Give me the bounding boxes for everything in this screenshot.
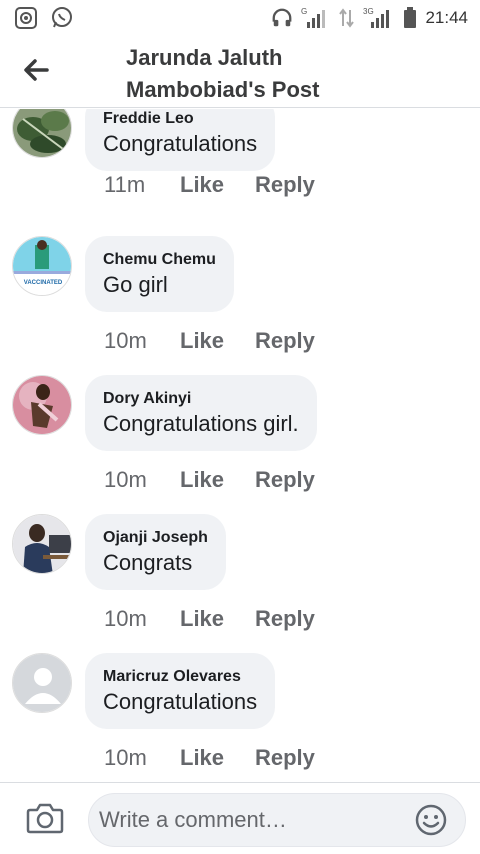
page-title-line1: Jarunda Jaluth [126, 45, 283, 70]
comment-actions: 10m Like Reply [104, 467, 315, 493]
data-arrows-icon [339, 6, 355, 30]
back-button[interactable] [20, 56, 52, 88]
comment-actions: 10m Like Reply [104, 328, 315, 354]
like-button[interactable]: Like [180, 172, 255, 198]
page-title: Jarunda Jaluth Mambobiad's Post [126, 42, 426, 106]
headphones-icon [271, 7, 293, 29]
emoji-button[interactable] [414, 803, 448, 837]
comment-text: Congratulations [103, 131, 258, 156]
comment-author[interactable]: Freddie Leo [103, 109, 257, 129]
signal-3g-icon: 3G [363, 6, 395, 30]
comment-time[interactable]: 10m [104, 745, 180, 771]
comment-list[interactable]: Freddie Leo Congratulations 11m Like Rep… [0, 109, 480, 782]
like-button[interactable]: Like [180, 467, 255, 493]
screen-record-icon [14, 6, 38, 30]
avatar[interactable]: VACCINATED [12, 236, 72, 296]
comment-actions: 11m Like Reply [104, 172, 315, 198]
camera-icon [26, 803, 64, 839]
emoji-icon [414, 804, 448, 841]
back-arrow-icon [23, 58, 49, 86]
svg-text:G: G [301, 7, 307, 16]
comment-time[interactable]: 10m [104, 328, 180, 354]
comment-bubble[interactable]: Ojanji Joseph Congrats [85, 514, 226, 590]
camera-button[interactable] [26, 801, 64, 835]
reply-button[interactable]: Reply [255, 606, 315, 632]
comment-author[interactable]: Chemu Chemu [103, 250, 216, 270]
avatar[interactable] [12, 514, 72, 574]
comment-text: Go girl [103, 272, 168, 297]
like-button[interactable]: Like [180, 745, 255, 771]
network-type-label: 3G [363, 7, 374, 16]
comment-bubble[interactable]: Dory Akinyi Congratulations girl. [85, 375, 317, 451]
comment-author[interactable]: Ojanji Joseph [103, 528, 208, 548]
post-header: Jarunda Jaluth Mambobiad's Post [0, 36, 480, 108]
comment-composer [0, 782, 480, 854]
status-bar: G 3G 21:44 [0, 0, 480, 36]
battery-icon [403, 6, 417, 30]
reply-button[interactable]: Reply [255, 328, 315, 354]
comment-text: Congratulations girl. [103, 411, 299, 436]
comment-bubble[interactable]: Maricruz Olevares Congratulations [85, 653, 276, 729]
reply-button[interactable]: Reply [255, 172, 315, 198]
comment-author[interactable]: Maricruz Olevares [103, 667, 257, 687]
comment-author[interactable]: Dory Akinyi [103, 389, 299, 409]
avatar-badge-text: VACCINATED [24, 280, 63, 286]
comment-actions: 10m Like Reply [104, 745, 315, 771]
comment-time[interactable]: 10m [104, 606, 180, 632]
comment-bubble[interactable]: Chemu Chemu Go girl [85, 236, 234, 312]
comment-bubble[interactable]: Freddie Leo Congratulations [85, 109, 276, 171]
reply-button[interactable]: Reply [255, 467, 315, 493]
whatsapp-icon [50, 6, 74, 30]
comment-time[interactable]: 11m [104, 172, 180, 198]
default-avatar-icon[interactable] [12, 653, 72, 713]
avatar[interactable] [12, 375, 72, 435]
avatar[interactable] [12, 109, 72, 158]
reply-button[interactable]: Reply [255, 745, 315, 771]
page-title-line2: Mambobiad's Post [126, 77, 320, 102]
comment-actions: 10m Like Reply [104, 606, 315, 632]
like-button[interactable]: Like [180, 606, 255, 632]
like-button[interactable]: Like [180, 328, 255, 354]
comment-input[interactable] [88, 793, 466, 847]
signal-icon: G [301, 6, 331, 30]
comment-text: Congrats [103, 550, 193, 575]
comment-text: Congratulations [103, 689, 258, 714]
comment-time[interactable]: 10m [104, 467, 180, 493]
status-time: 21:44 [425, 8, 468, 27]
